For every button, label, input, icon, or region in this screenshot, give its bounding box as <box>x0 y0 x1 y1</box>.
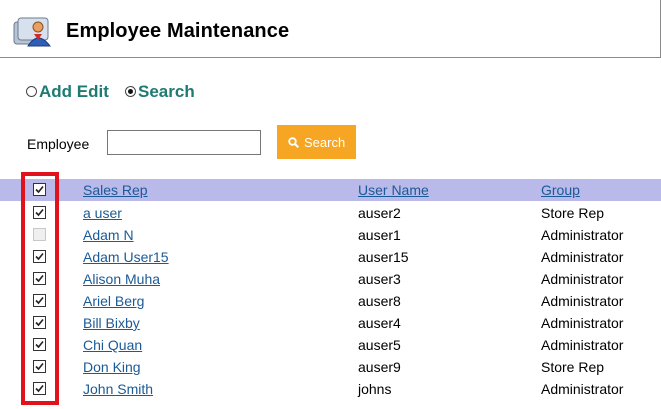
group-cell: Administrator <box>541 337 624 353</box>
column-header-user-name[interactable]: User Name <box>358 182 429 198</box>
user-name-cell: auser1 <box>358 227 401 243</box>
employee-label: Employee <box>27 136 90 152</box>
search-radio-icon[interactable] <box>125 86 136 98</box>
user-name-cell: auser8 <box>358 293 401 309</box>
group-cell: Store Rep <box>541 359 605 375</box>
sales-rep-link[interactable]: Alison Muha <box>83 271 160 287</box>
group-cell: Store Rep <box>541 205 605 221</box>
group-cell: Administrator <box>541 249 624 265</box>
sales-rep-link[interactable]: Bill Bixby <box>83 315 140 331</box>
sales-rep-link[interactable]: Chi Quan <box>83 337 142 353</box>
sales-rep-link[interactable]: Adam N <box>83 227 134 243</box>
search-button-label: Search <box>304 135 346 150</box>
mode-search[interactable]: Search <box>125 82 195 102</box>
group-cell: Administrator <box>541 293 624 309</box>
add-edit-radio-icon[interactable] <box>26 86 37 98</box>
mode-add-edit[interactable]: Add Edit <box>26 82 109 102</box>
group-cell: Administrator <box>541 381 624 397</box>
user-name-cell: auser9 <box>358 359 401 375</box>
search-button[interactable]: Search <box>277 125 356 159</box>
employee-search-input[interactable] <box>107 130 261 155</box>
column-header-sales-rep[interactable]: Sales Rep <box>83 182 148 198</box>
search-icon <box>288 137 299 148</box>
user-name-cell: auser3 <box>358 271 401 287</box>
group-cell: Administrator <box>541 315 624 331</box>
mode-search-label: Search <box>138 82 195 101</box>
app-header: Employee Maintenance <box>0 0 661 58</box>
group-cell: Administrator <box>541 271 624 287</box>
column-header-group[interactable]: Group <box>541 182 580 198</box>
sales-rep-link[interactable]: Adam User15 <box>83 249 169 265</box>
user-name-cell: auser2 <box>358 205 401 221</box>
group-cell: Administrator <box>541 227 624 243</box>
sales-rep-link[interactable]: Don King <box>83 359 141 375</box>
user-name-cell: auser15 <box>358 249 409 265</box>
sales-rep-link[interactable]: Ariel Berg <box>83 293 144 309</box>
mode-add-edit-label: Add Edit <box>39 82 109 101</box>
checkbox-column-highlight <box>21 172 59 405</box>
user-name-cell: auser5 <box>358 337 401 353</box>
employee-app-icon <box>13 17 52 47</box>
user-name-cell: johns <box>358 381 392 397</box>
user-name-cell: auser4 <box>358 315 401 331</box>
sales-rep-link[interactable]: a user <box>83 205 122 221</box>
page-title: Employee Maintenance <box>66 20 290 42</box>
sales-rep-link[interactable]: John Smith <box>83 381 153 397</box>
